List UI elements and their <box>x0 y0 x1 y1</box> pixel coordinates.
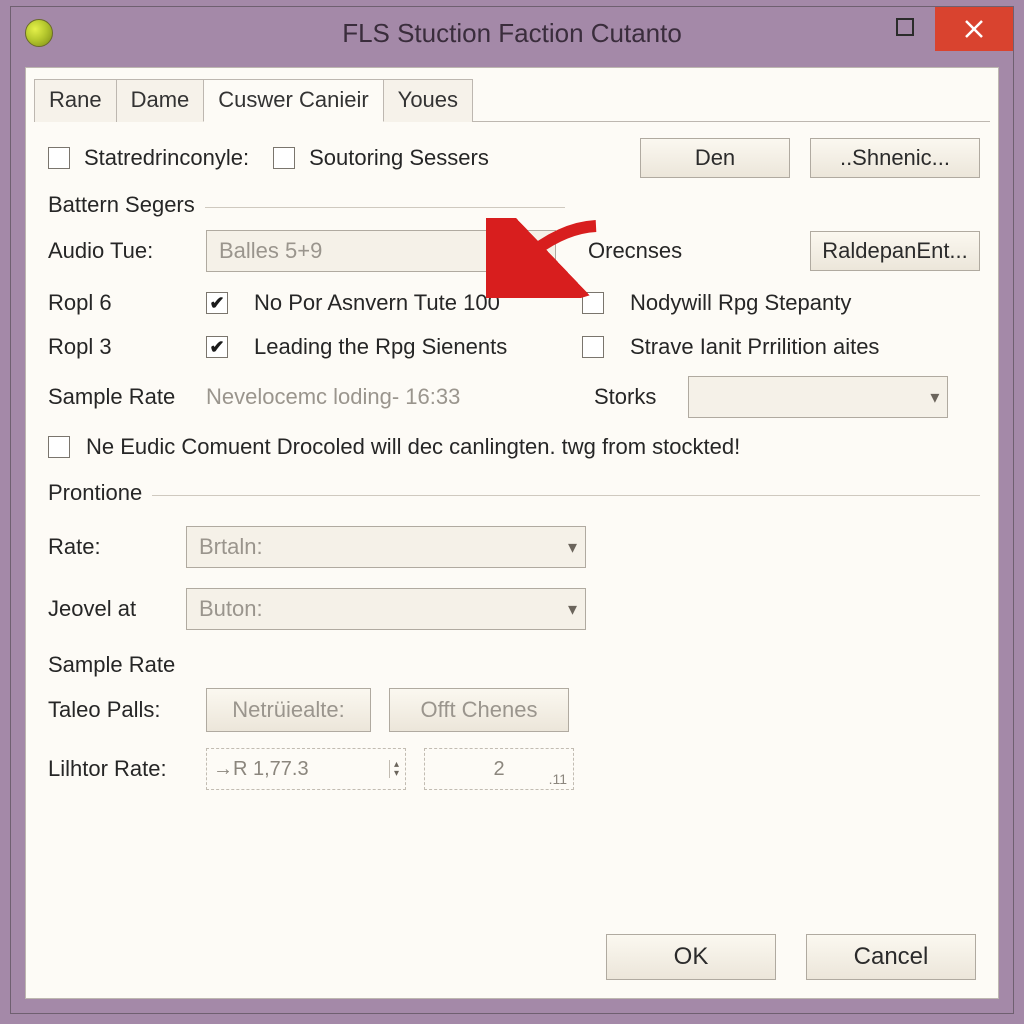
offt-chenes-button[interactable]: Offt Chenes <box>389 688 569 732</box>
jeovel-combo[interactable]: Buton: ▾ <box>186 588 586 630</box>
den-button[interactable]: Den <box>640 138 790 178</box>
lilhtor-label: Lilhtor Rate: <box>48 756 188 782</box>
nodywill-label: Nodywill Rpg Stepanty <box>630 290 851 316</box>
maximize-icon <box>896 18 914 36</box>
soutoring-label: Soutoring Sessers <box>309 145 489 171</box>
jeovel-label: Jeovel at <box>48 596 168 622</box>
rate-label: Rate: <box>48 534 168 560</box>
chevron-down-icon: ▾ <box>568 599 577 620</box>
dialog-footer: OK Cancel <box>606 934 976 980</box>
tab-rane[interactable]: Rane <box>34 79 117 122</box>
tab-dame[interactable]: Dame <box>116 79 205 122</box>
ropl6-checkbox-label: No Por Asnvern Tute 100 <box>254 290 564 316</box>
sample-rate-value: Nevelocemc loding- 16:33 <box>206 384 546 410</box>
ok-button[interactable]: OK <box>606 934 776 980</box>
statredrinconyle-checkbox[interactable] <box>48 147 70 169</box>
rate-combo-value: Brtaln: <box>199 534 263 560</box>
ropl6-checkbox[interactable] <box>206 292 228 314</box>
lilhtor-spin-2-suffix: .11 <box>549 771 567 787</box>
window-buttons <box>875 7 1013 51</box>
app-icon <box>25 19 53 47</box>
strave-label: Strave Ianit Prrilition aites <box>630 334 879 360</box>
soutoring-checkbox[interactable] <box>273 147 295 169</box>
prontione-groupline <box>152 495 980 496</box>
dialog-window: FLS Stuction Faction Cutanto Rane Dame C… <box>10 6 1014 1014</box>
tab-strip: Rane Dame Cuswer Canieir Youes <box>26 68 998 121</box>
prontione-legend: Prontione <box>48 480 142 506</box>
lilhtor-spin-2-value: 2 <box>493 758 504 781</box>
titlebar: FLS Stuction Faction Cutanto <box>11 7 1013 59</box>
tab-content: Statredrinconyle: Soutoring Sessers Den … <box>26 122 998 800</box>
rate-combo[interactable]: Brtaln: ▾ <box>186 526 586 568</box>
sample-rate-label-1: Sample Rate <box>48 384 188 410</box>
window-title: FLS Stuction Faction Cutanto <box>11 18 1013 49</box>
lilhtor-spin-2[interactable]: 2 .11 <box>424 748 574 790</box>
nodywill-checkbox[interactable] <box>582 292 604 314</box>
statredrinconyle-label: Statredrinconyle: <box>84 145 249 171</box>
tab-youes[interactable]: Youes <box>383 79 473 122</box>
close-button[interactable] <box>935 7 1013 51</box>
audio-label: Audio Tue: <box>48 238 188 264</box>
chevron-down-icon: ▾ <box>930 387 939 408</box>
ropl3-checkbox-label: Leading the Rpg Sienents <box>254 334 564 360</box>
sample-rate-label-2: Sample Rate <box>48 652 175 678</box>
client-area: Rane Dame Cuswer Canieir Youes Statredri… <box>25 67 999 999</box>
close-icon <box>964 19 984 39</box>
ropl6-label: Ropl 6 <box>48 290 188 316</box>
audio-combo-value: Balles 5+9 <box>219 238 322 264</box>
shnenic-button[interactable]: ..Shnenic... <box>810 138 980 178</box>
warn-label: Ne Eudic Comuent Drocoled will dec canli… <box>86 434 740 460</box>
strave-checkbox[interactable] <box>582 336 604 358</box>
chevron-down-icon: ▾ <box>538 241 547 262</box>
netruiealte-button[interactable]: Netrüiealte: <box>206 688 371 732</box>
taleo-label: Taleo Palls: <box>48 697 188 723</box>
lilhtor-spin-1[interactable]: →R 1,77.3 ▴▾ <box>206 748 406 790</box>
jeovel-combo-value: Buton: <box>199 596 263 622</box>
ropl3-checkbox[interactable] <box>206 336 228 358</box>
maximize-button[interactable] <box>875 7 935 47</box>
chevron-down-icon: ▾ <box>568 537 577 558</box>
raldepan-button[interactable]: RaldepanEnt... <box>810 231 980 271</box>
battern-groupline <box>205 207 565 208</box>
warn-checkbox[interactable] <box>48 436 70 458</box>
audio-combo[interactable]: Balles 5+9 ▾ <box>206 230 556 272</box>
ropl3-label: Ropl 3 <box>48 334 188 360</box>
cancel-button[interactable]: Cancel <box>806 934 976 980</box>
storks-combo[interactable]: ▾ <box>688 376 948 418</box>
storks-label: Storks <box>594 384 656 410</box>
tab-cuswer-canieir[interactable]: Cuswer Canieir <box>203 79 383 122</box>
battern-legend: Battern Segers <box>48 192 195 218</box>
spinner-icon: ▴▾ <box>389 760 399 778</box>
orecnses-label: Orecnses <box>588 238 682 264</box>
lilhtor-spin-1-value: →R 1,77.3 <box>213 758 309 781</box>
